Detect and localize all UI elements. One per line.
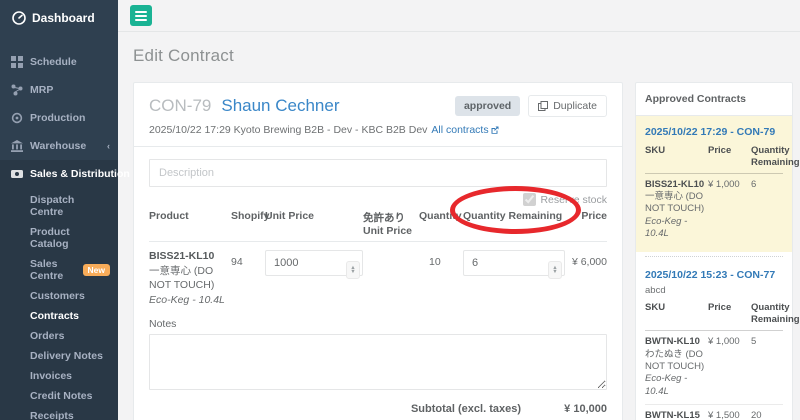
mini-table-header: SKU Price Quantity Remaining — [645, 302, 783, 331]
chevron-left-icon: ‹ — [107, 141, 110, 151]
contract-card: CON-79 Shaun Cechner approved Duplicate — [133, 82, 623, 420]
approved-contract-link[interactable]: 2025/10/22 17:29 - CON-79 — [645, 126, 783, 138]
sidebar-item-label: Production — [30, 112, 85, 124]
menu-toggle-button[interactable] — [130, 5, 152, 26]
status-badge: approved — [455, 96, 520, 116]
licensed-unit-price-cell — [363, 250, 419, 306]
hamburger-icon — [135, 11, 147, 21]
product-cell: BISS21-KL10 一意専心 (DO NOT TOUCH) Eco-Keg … — [149, 250, 231, 306]
shopify-cell: 94 — [231, 250, 265, 306]
app-window: Dashboard Schedule MRP Production W — [0, 0, 800, 420]
approved-contract-link[interactable]: 2025/10/22 15:23 - CON-77 — [645, 269, 783, 281]
subtotal-row: Subtotal (excl. taxes) ¥ 10,000 — [149, 403, 607, 415]
sidebar-item-label: MRP — [30, 84, 53, 96]
external-link-icon — [491, 126, 499, 134]
sidebar-item-production[interactable]: Production — [0, 104, 118, 132]
divider — [134, 146, 622, 147]
sidebar-item-sales-centre[interactable]: Sales CentreNew — [0, 254, 118, 286]
sidebar-item-product-catalog[interactable]: Product Catalog — [0, 222, 118, 254]
notes-textarea[interactable] — [149, 334, 607, 390]
dashboard-gauge-icon — [12, 11, 26, 25]
mini-table-row: BISS21-KL10 一意専心 (DO NOT TOUCH) Eco-Keg … — [645, 174, 783, 247]
sidebar-item-mrp[interactable]: MRP — [0, 76, 118, 104]
duplicate-button[interactable]: Duplicate — [528, 95, 607, 117]
sidebar-item-warehouse[interactable]: Warehouse ‹ — [0, 132, 118, 160]
page-title: Edit Contract — [133, 46, 795, 66]
approved-contracts-title: Approved Contracts — [636, 83, 792, 116]
totals-section: Subtotal (excl. taxes) ¥ 10,000 Sales Ta… — [149, 403, 607, 420]
sidebar-item-label: Schedule — [30, 56, 77, 68]
sidebar-item-dashboard[interactable]: Dashboard — [0, 0, 118, 34]
spinner-control[interactable]: ▲▼ — [346, 261, 360, 279]
contract-meta: 2025/10/22 17:29 Kyoto Brewing B2B - Dev… — [149, 124, 607, 136]
mini-table-row: BWTN-KL10 わたぬき (DO NOT TOUCH) Eco-Keg - … — [645, 331, 783, 404]
price-cell: ¥ 6,000 — [565, 250, 607, 306]
page-content: Edit Contract CON-79 Shaun Cechner appro… — [118, 32, 800, 420]
all-contracts-link[interactable]: All contracts — [431, 124, 498, 136]
unit-price-cell: ▲▼ — [265, 250, 363, 306]
sales-distribution-icon — [11, 168, 23, 180]
sidebar-item-dispatch-centre[interactable]: Dispatch Centre — [0, 190, 118, 222]
contract-description: abcd — [645, 285, 783, 296]
sidebar-item-receipts[interactable]: Receipts — [0, 406, 118, 420]
production-gear-icon — [11, 112, 23, 124]
main-area: Edit Contract CON-79 Shaun Cechner appro… — [118, 0, 800, 420]
sidebar-item-label: Sales & Distribution — [30, 168, 130, 180]
sidebar-item-credit-notes[interactable]: Credit Notes — [0, 386, 118, 406]
notes-label: Notes — [149, 318, 607, 330]
spinner-control[interactable]: ▲▼ — [548, 261, 562, 279]
approved-contract-con79: 2025/10/22 17:29 - CON-79 SKU Price Quan… — [636, 116, 792, 252]
new-badge: New — [83, 264, 110, 277]
description-input[interactable] — [149, 159, 607, 187]
sidebar-item-schedule[interactable]: Schedule — [0, 48, 118, 76]
quantity-cell: 10 — [419, 250, 457, 306]
sidebar-item-orders[interactable]: Orders — [0, 326, 118, 346]
line-item-row: BISS21-KL10 一意専心 (DO NOT TOUCH) Eco-Keg … — [149, 242, 607, 316]
reserve-stock-checkbox[interactable] — [523, 193, 536, 206]
sales-distribution-submenu: Dispatch Centre Product Catalog Sales Ce… — [0, 188, 118, 420]
dotted-divider — [645, 256, 783, 257]
approved-contracts-panel: Approved Contracts 2025/10/22 17:29 - CO… — [635, 82, 793, 420]
copy-icon — [538, 101, 548, 111]
warehouse-building-icon — [11, 140, 23, 152]
sidebar-item-contracts[interactable]: Contracts — [0, 306, 118, 326]
sidebar-item-label: Warehouse — [30, 140, 86, 152]
quantity-remaining-cell: ▲▼ — [457, 250, 565, 306]
reserve-stock-label: Reserve stock — [540, 194, 607, 206]
mini-table-row: BWTN-KL15 わたぬき (DO NOT TOUCH) Eco-Keg - … — [645, 404, 783, 420]
contract-code: CON-79 — [149, 96, 211, 116]
topbar — [118, 0, 800, 32]
sidebar-item-sales-distribution[interactable]: Sales & Distribution ∨ — [0, 160, 118, 188]
sidebar: Dashboard Schedule MRP Production W — [0, 0, 118, 420]
mrp-flask-icon — [11, 84, 23, 96]
approved-contract-con77: 2025/10/22 15:23 - CON-77 abcd SKU Price… — [636, 259, 792, 420]
mini-table-header: SKU Price Quantity Remaining — [645, 145, 783, 174]
sidebar-brand-label: Dashboard — [32, 11, 95, 25]
customer-link[interactable]: Shaun Cechner — [221, 96, 339, 116]
sidebar-item-invoices[interactable]: Invoices — [0, 366, 118, 386]
schedule-grid-icon — [11, 56, 23, 68]
sidebar-item-delivery-notes[interactable]: Delivery Notes — [0, 346, 118, 366]
line-items-header: Product Shopify Unit Price 免許あり Unit Pri… — [149, 210, 607, 242]
sidebar-item-customers[interactable]: Customers — [0, 286, 118, 306]
